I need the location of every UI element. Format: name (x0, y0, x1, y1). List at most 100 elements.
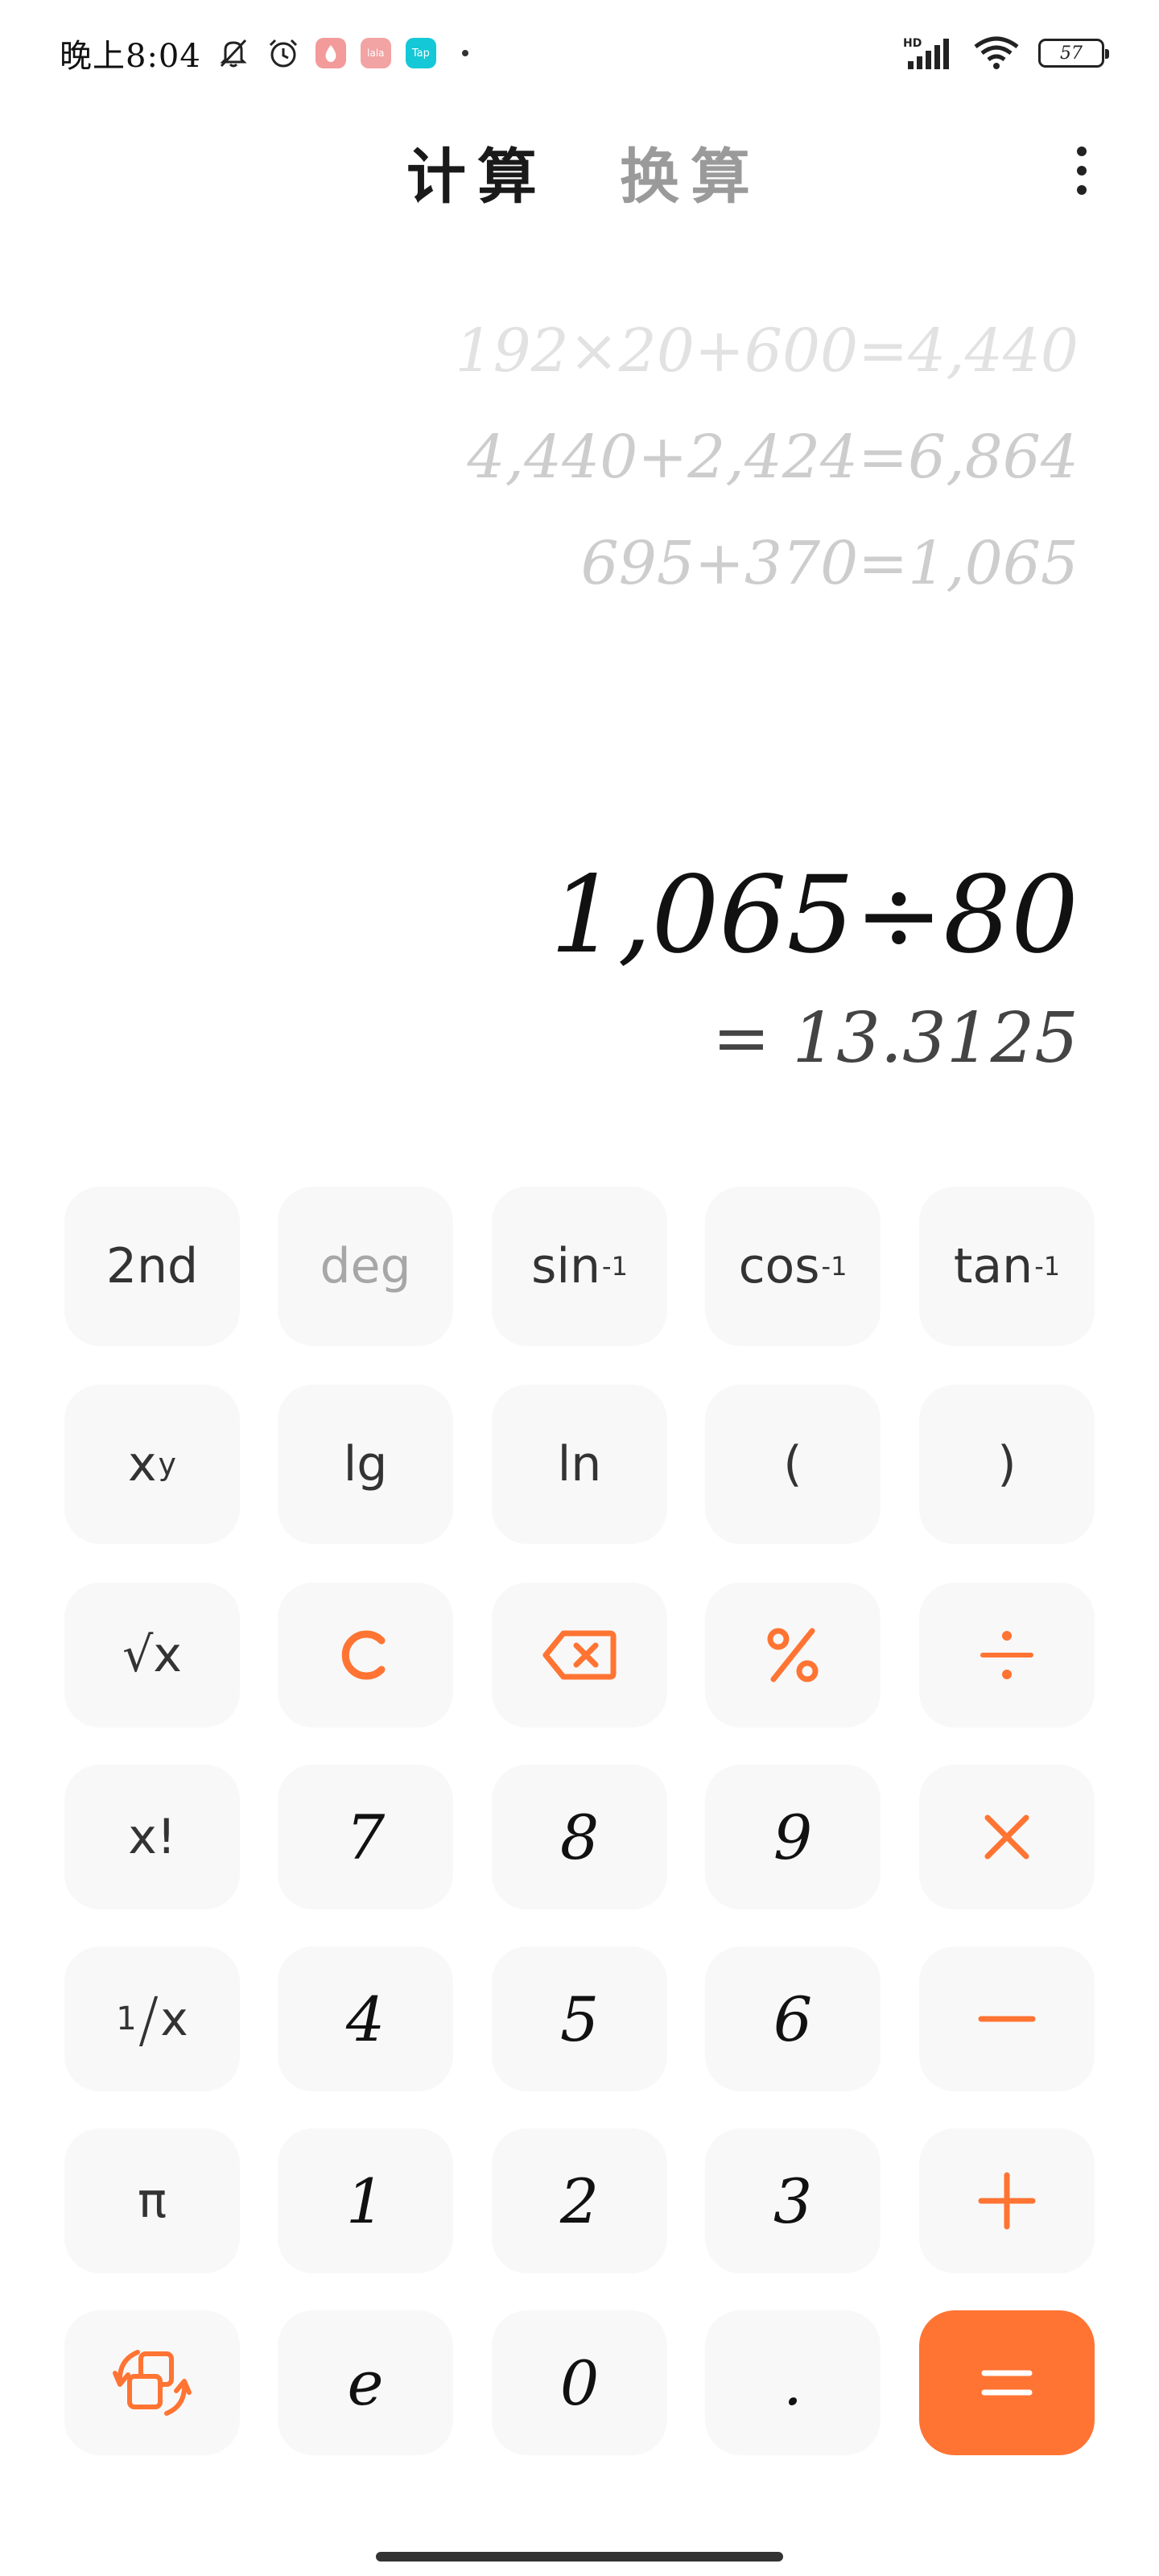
app-icon-red (315, 38, 346, 68)
clear-icon (341, 1630, 386, 1680)
equals-button[interactable] (919, 2310, 1095, 2455)
key-label: lg (343, 1436, 388, 1492)
key-superscript: y (158, 1447, 177, 1482)
plus-icon (978, 2172, 1036, 2230)
second-function-button[interactable]: 2nd (64, 1187, 240, 1346)
digit-0-button[interactable]: 0 (492, 2310, 667, 2455)
history-item[interactable]: 192×20+600=4,440 (455, 298, 1079, 404)
fraction-slash-icon: / (138, 1983, 159, 2055)
multiply-button[interactable] (919, 1765, 1095, 1909)
left-paren-button[interactable]: ( (705, 1385, 881, 1544)
history-item[interactable]: 695+370=1,065 (455, 510, 1079, 617)
multiply-icon (984, 1814, 1029, 1860)
subtract-button[interactable] (919, 1946, 1095, 2091)
key-label: π (137, 2173, 167, 2229)
history-item[interactable]: 4,440+2,424=6,864 (455, 404, 1079, 510)
key-label: deg (320, 1238, 411, 1294)
key-label: . (782, 2347, 803, 2419)
key-label: x (160, 1992, 188, 2046)
digit-1-button[interactable]: 1 (278, 2128, 453, 2273)
clear-button[interactable] (278, 1583, 453, 1728)
euler-e-button[interactable]: e (278, 2310, 453, 2455)
decimal-point-button[interactable]: . (705, 2310, 881, 2455)
deg-button[interactable]: deg (278, 1187, 453, 1346)
digit-7-button[interactable]: 7 (278, 1765, 453, 1909)
log10-button[interactable]: lg (278, 1385, 453, 1544)
pi-button[interactable]: π (64, 2128, 240, 2273)
status-time: 晚上8:04 (60, 38, 201, 75)
status-right: HD 57 (903, 29, 1109, 77)
key-label: x! (128, 1809, 176, 1865)
divide-icon (980, 1631, 1033, 1679)
digit-2-button[interactable]: 2 (492, 2128, 667, 2273)
network-type: HD (903, 37, 922, 50)
more-options-button[interactable] (1058, 138, 1106, 203)
alarm-icon (266, 35, 301, 71)
key-label: 7 (345, 1801, 386, 1873)
add-button[interactable] (919, 2128, 1095, 2273)
key-label: 1 (345, 2165, 386, 2237)
more-dot-icon (1077, 185, 1087, 195)
current-expression: 1,065÷80 (550, 853, 1079, 977)
tab-convert[interactable]: 换算 (620, 129, 761, 215)
header: 计算 换算 (0, 105, 1159, 233)
sqrt-button[interactable]: √x (64, 1583, 240, 1728)
app-icon-tap: Tap (405, 38, 436, 68)
backspace-button[interactable] (492, 1583, 667, 1728)
more-notifications-dot (461, 50, 468, 56)
key-label: 6 (773, 1983, 813, 2055)
minus-icon (978, 2016, 1036, 2022)
key-label: cos (738, 1238, 820, 1294)
key-label: 3 (773, 2165, 813, 2237)
mute-icon (216, 35, 251, 71)
battery-indicator: 57 (1038, 39, 1109, 68)
key-label: ( (783, 1436, 802, 1492)
current-result: = 13.3125 (711, 998, 1079, 1079)
reciprocal-button[interactable]: 1/x (64, 1946, 240, 2091)
arcsin-button[interactable]: sin -1 (492, 1187, 667, 1346)
arctan-button[interactable]: tan -1 (919, 1187, 1095, 1346)
key-label: sin (531, 1238, 601, 1294)
key-label: 1 (116, 2000, 137, 2037)
factorial-button[interactable]: x! (64, 1765, 240, 1909)
more-dot-icon (1077, 147, 1087, 156)
switch-mode-icon (113, 2350, 192, 2416)
tab-calculate[interactable]: 计算 (406, 129, 548, 215)
key-label: x (127, 1436, 157, 1492)
equals-icon (981, 2370, 1033, 2396)
divide-button[interactable] (919, 1583, 1095, 1728)
digit-9-button[interactable]: 9 (705, 1765, 881, 1909)
key-label: 0 (559, 2347, 600, 2419)
key-label: e (347, 2347, 384, 2419)
key-superscript: -1 (602, 1251, 628, 1282)
status-left: 晚上8:04 lala Tap (60, 29, 468, 77)
mode-switch-button[interactable] (64, 2310, 240, 2455)
wifi-icon (972, 35, 1021, 71)
home-indicator[interactable] (376, 2552, 783, 2562)
digit-8-button[interactable]: 8 (492, 1765, 667, 1909)
digit-3-button[interactable]: 3 (705, 2128, 881, 2273)
signal-icon: HD (903, 35, 955, 71)
key-label: 8 (559, 1801, 600, 1873)
key-label: tan (953, 1238, 1033, 1294)
history-list: 192×20+600=4,440 4,440+2,424=6,864 695+3… (455, 298, 1079, 617)
ln-button[interactable]: ln (492, 1385, 667, 1544)
key-superscript: -1 (1034, 1251, 1061, 1282)
digit-6-button[interactable]: 6 (705, 1946, 881, 2091)
power-button[interactable]: xy (64, 1385, 240, 1544)
backspace-icon (542, 1630, 617, 1680)
right-paren-button[interactable]: ) (919, 1385, 1095, 1544)
key-label: 2 (559, 2165, 600, 2237)
key-label: 5 (559, 1983, 600, 2055)
digit-4-button[interactable]: 4 (278, 1946, 453, 2091)
digit-5-button[interactable]: 5 (492, 1946, 667, 2091)
key-label: ) (997, 1436, 1017, 1492)
more-dot-icon (1077, 166, 1087, 175)
key-label: √x (122, 1627, 182, 1683)
percent-button[interactable] (705, 1583, 881, 1728)
arccos-button[interactable]: cos -1 (705, 1187, 881, 1346)
key-superscript: -1 (821, 1251, 848, 1282)
key-label: 9 (773, 1801, 813, 1873)
key-label: 2nd (105, 1238, 199, 1294)
status-bar: 晚上8:04 lala Tap HD 57 (0, 0, 1159, 105)
